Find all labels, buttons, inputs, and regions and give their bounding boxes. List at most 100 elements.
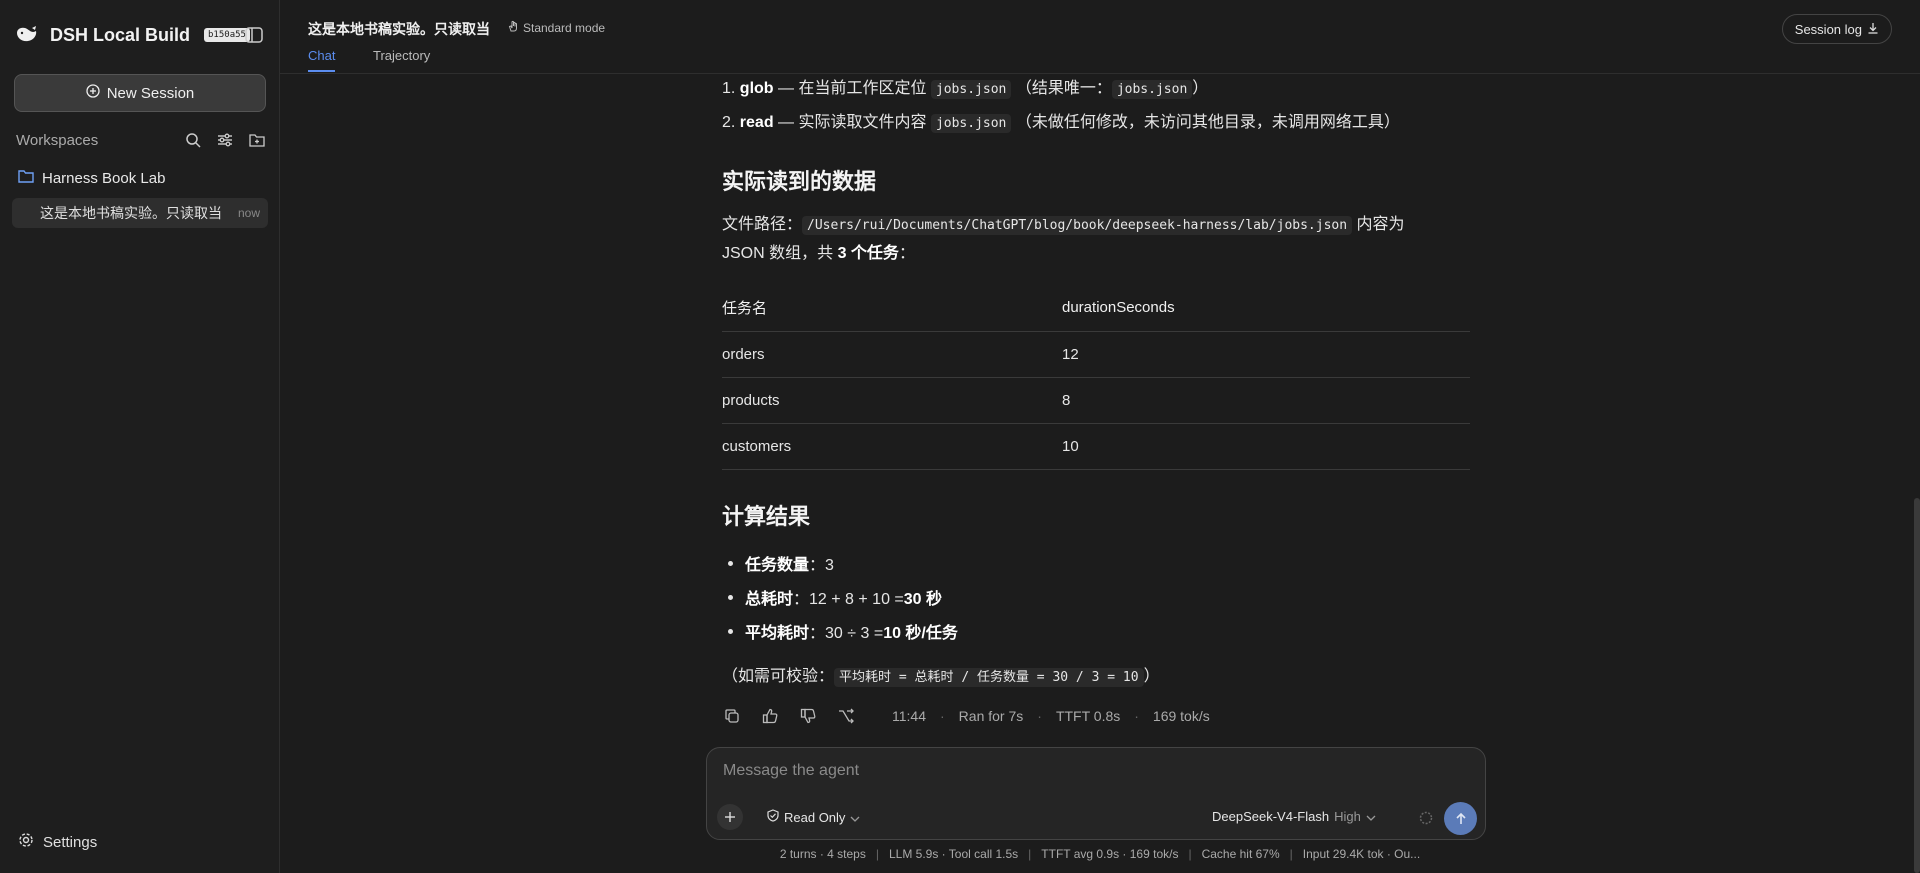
toggle-sidebar-button[interactable] (243, 24, 265, 46)
chat-scrollbar[interactable] (1914, 498, 1920, 873)
session-log-button[interactable]: Session log (1781, 14, 1892, 44)
reasoning-level: High (1334, 809, 1361, 824)
result-bullet: 任务数量 ：3 (722, 551, 834, 575)
workspaces-label: Workspaces (16, 131, 99, 149)
table-header-cell: 任务名 (722, 285, 1062, 332)
table-cell: products (722, 377, 1062, 424)
ttft: TTFT 0.8s (1055, 708, 1121, 724)
status-turns: 2 turns · 4 steps (779, 847, 866, 861)
path-line2: JSON 数组，共 (722, 245, 838, 262)
table-cell: orders (722, 331, 1062, 378)
status-llm: LLM 5.9s · Tool call 1.5s (888, 847, 1019, 861)
step-tail-end: ） (1192, 80, 1209, 97)
brand: DSH Local Build b150a55 (14, 22, 250, 48)
send-button[interactable] (1444, 802, 1477, 835)
copy-icon[interactable] (722, 706, 742, 726)
status-cache: Cache hit 67% (1201, 847, 1280, 861)
folder-icon (18, 169, 34, 187)
fork-branch-icon[interactable] (836, 706, 856, 726)
composer: Read Only DeepSeek-V4-Flash High (706, 747, 1486, 840)
step-text: — 实际读取文件内容 (773, 114, 931, 131)
verify-suffix: ） (1143, 668, 1160, 685)
search-icon[interactable] (184, 131, 202, 149)
path-line2-end: ： (898, 245, 915, 262)
model-select[interactable]: DeepSeek-V4-Flash High (1212, 809, 1376, 824)
step-item: 1. glob — 在当前工作区定位 jobs.json （结果唯一： jobs.… (722, 74, 1209, 99)
step-tail: （未做任何修改，未访问其他目录，未调用网络工具） (1015, 114, 1400, 131)
bullet-value: ：30 ÷ 3 = (809, 625, 884, 642)
step-item: 2. read — 实际读取文件内容 jobs.json （未做任何修改，未访问… (722, 108, 1400, 133)
message-input[interactable] (723, 762, 1463, 780)
status-separator: | (1028, 847, 1032, 861)
message-time: 11:44 (892, 708, 926, 724)
verify-code: 平均耗时 = 总耗时 / 任务数量 = 30 / 3 = 10 (834, 668, 1144, 687)
model-name: DeepSeek-V4-Flash (1212, 809, 1330, 824)
settings-label: Settings (43, 833, 98, 851)
mode-indicator: Standard mode (508, 20, 605, 35)
table-cell: 10 (1062, 423, 1470, 470)
main-panel: 这是本地书稿实验。只读取当 Standard mode Chat Traject… (280, 0, 1920, 873)
status-separator: | (1289, 847, 1293, 861)
status-separator: | (875, 847, 879, 861)
run-duration: Ran for 7s (958, 708, 1024, 724)
message-meta: 11:44 · Ran for 7s · TTFT 0.8s · 169 tok… (892, 708, 1210, 724)
app-root: DSH Local Build b150a55 New Session Work… (0, 0, 1920, 873)
jobs-table: 任务名 durationSeconds orders 12 products 8… (722, 285, 1470, 470)
tab-trajectory[interactable]: Trajectory (373, 48, 430, 70)
whale-logo-icon (14, 22, 40, 48)
settings-button[interactable]: Settings (18, 832, 97, 852)
meta-separator: · (1037, 708, 1042, 724)
inline-code: jobs.json (930, 80, 1012, 99)
download-icon (1867, 22, 1879, 37)
new-session-label: New Session (106, 84, 195, 102)
context-usage-ring-icon (1418, 810, 1434, 826)
meta-separator: · (940, 708, 945, 724)
step-number: 2. (722, 114, 736, 131)
file-path-code: /Users/rui/Documents/ChatGPT/blog/book/d… (802, 216, 1353, 235)
step-number: 1. (722, 80, 736, 97)
session-item[interactable]: 这是本地书稿实验。只读取当 now (12, 198, 268, 228)
token-speed: 169 tok/s (1152, 708, 1210, 724)
thumbs-up-icon[interactable] (760, 706, 780, 726)
new-folder-icon[interactable] (248, 131, 266, 149)
new-session-button[interactable]: New Session (14, 74, 266, 112)
shield-check-icon (767, 809, 779, 825)
inline-code: jobs.json (1111, 80, 1193, 99)
bullet-bold: 30 秒 (903, 591, 943, 608)
workspaces-header: Workspaces (16, 131, 266, 149)
step-text: — 在当前工作区定位 (773, 80, 931, 97)
verify-line: （如需可校验： 平均耗时 = 总耗时 / 任务数量 = 30 / 3 = 10） (722, 662, 1160, 687)
gear-icon (18, 832, 34, 852)
verify-prefix: （如需可校验： (722, 668, 835, 685)
bullet-label: 平均耗时 (745, 625, 810, 642)
mode-label: Standard mode (523, 20, 606, 35)
plus-icon (725, 812, 735, 822)
inline-code: jobs.json (930, 114, 1012, 133)
file-path-paragraph: 文件路径：/Users/rui/Documents/ChatGPT/blog/b… (722, 211, 1482, 268)
path-prefix: 文件路径： (722, 216, 803, 233)
attach-button[interactable] (717, 804, 743, 830)
session-item-title: 这是本地书稿实验。只读取当 (40, 205, 222, 221)
permission-mode-select[interactable]: Read Only (767, 809, 860, 825)
table-cell: 8 (1062, 377, 1470, 424)
filter-sliders-icon[interactable] (216, 131, 234, 149)
sidebar: DSH Local Build b150a55 New Session Work… (0, 0, 280, 873)
table-header-row: 任务名 durationSeconds (722, 285, 1470, 332)
path-suffix: 内容为 (1352, 216, 1405, 233)
table-row: customers 10 (722, 423, 1470, 470)
step-tool: read (739, 114, 774, 131)
arrow-up-icon (1455, 812, 1466, 824)
workspace-name: Harness Book Lab (42, 169, 166, 187)
hand-icon (508, 20, 519, 35)
table-row: orders 12 (722, 331, 1470, 378)
session-log-label: Session log (1794, 21, 1862, 37)
conversation-title: 这是本地书稿实验。只读取当 (308, 21, 490, 37)
thumbs-down-icon[interactable] (798, 706, 818, 726)
result-bullet: 总耗时 ：12 + 8 + 10 = 30 秒 (722, 585, 942, 609)
workspace-item-harness-book-lab[interactable]: Harness Book Lab (18, 169, 165, 187)
plus-circle-icon (86, 84, 100, 102)
tab-chat[interactable]: Chat (308, 48, 336, 72)
status-ttft: TTFT avg 0.9s · 169 tok/s (1041, 847, 1179, 861)
top-bar: 这是本地书稿实验。只读取当 Standard mode Chat Traject… (280, 0, 1920, 74)
bullet-bold: 10 秒/任务 (883, 625, 958, 642)
